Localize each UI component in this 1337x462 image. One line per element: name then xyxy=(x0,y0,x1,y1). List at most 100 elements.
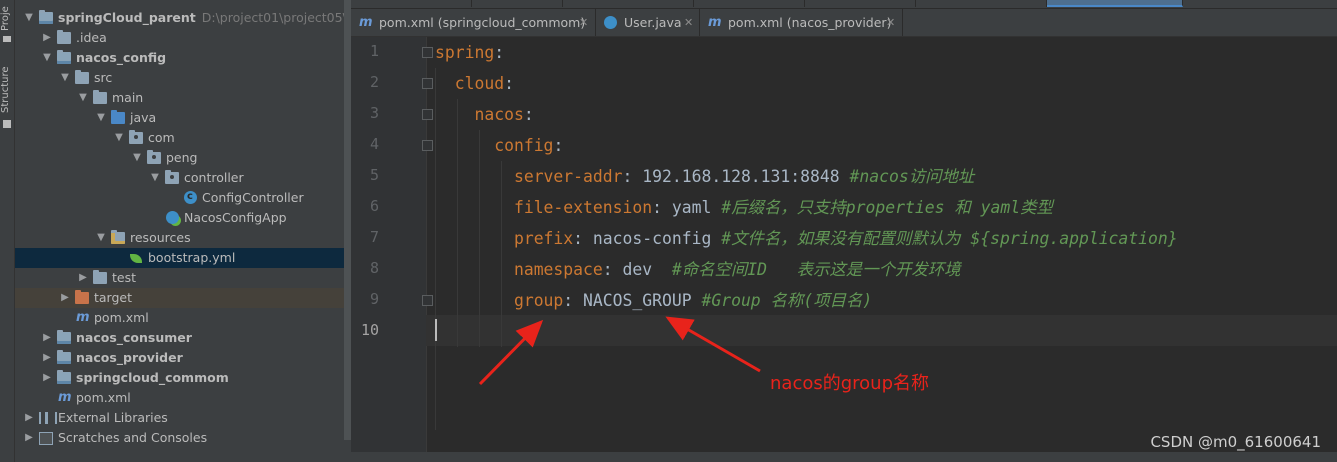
code-line-2: cloud: xyxy=(454,74,514,93)
tab-user-java[interactable]: User.java ✕ xyxy=(596,9,700,36)
code-line-9: group: NACOS_GROUP #Group 名称(项目名) xyxy=(513,291,873,310)
tree-row-nacos-provider[interactable]: ▶ nacos_provider xyxy=(15,348,351,368)
chevron-right-icon[interactable]: ▶ xyxy=(41,348,53,368)
class-icon xyxy=(184,187,197,207)
tree-row-main[interactable]: ▼ main xyxy=(15,88,351,108)
chevron-down-icon[interactable]: ▼ xyxy=(59,68,71,88)
tree-row-src[interactable]: ▼ src xyxy=(15,68,351,88)
line-number: 3 xyxy=(369,104,379,122)
chevron-down-icon[interactable]: ▼ xyxy=(77,88,89,108)
project-tool-tab[interactable]: Proje xyxy=(0,0,14,38)
module-folder-icon xyxy=(57,370,71,384)
code-line-4: config: xyxy=(494,136,564,155)
code-line-6: file-extension: yaml #后缀名，只支持properties … xyxy=(513,198,1053,217)
tree-row-target[interactable]: ▶ target xyxy=(15,288,351,308)
folder-icon xyxy=(75,70,89,84)
fold-marker-icon[interactable] xyxy=(422,109,433,120)
tree-row-bootstrap-yml[interactable]: bootstrap.yml xyxy=(15,248,351,268)
module-folder-icon xyxy=(39,10,53,24)
tree-row-springcloud-commom[interactable]: ▶ springcloud_commom xyxy=(15,368,351,388)
fold-marker-icon[interactable] xyxy=(422,140,433,151)
tree-row-controller[interactable]: ▼ controller xyxy=(15,168,351,188)
project-tree-panel: ▼ springCloud_parent D:\project01\project… xyxy=(15,0,351,462)
tree-label: Scratches and Consoles xyxy=(58,430,208,445)
chevron-down-icon[interactable]: ▼ xyxy=(95,228,107,248)
code-line-7: prefix: nacos-config #文件名，如果没有配置则默认为 ${s… xyxy=(513,229,1178,248)
caret-line-highlight xyxy=(426,315,1337,346)
structure-tool-tab[interactable]: Structure xyxy=(0,60,14,120)
chevron-down-icon[interactable]: ▼ xyxy=(131,148,143,168)
chevron-right-icon[interactable]: ▶ xyxy=(23,408,35,428)
fold-marker-icon[interactable] xyxy=(422,78,433,89)
line-number: 1 xyxy=(369,42,379,60)
chevron-right-icon[interactable]: ▶ xyxy=(41,28,53,48)
tree-row-pom-nacos-config[interactable]: m pom.xml xyxy=(15,308,351,328)
tree-label: bootstrap.yml xyxy=(148,250,236,265)
tab-row-upper xyxy=(351,0,1337,9)
maven-icon: m xyxy=(359,15,373,30)
tree-label: test xyxy=(112,270,137,285)
tree-row-nacos-consumer[interactable]: ▶ nacos_consumer xyxy=(15,328,351,348)
tree-row-external-libraries[interactable]: ▶ External Libraries xyxy=(15,408,351,428)
tree-row-peng[interactable]: ▼ peng xyxy=(15,148,351,168)
line-number: 6 xyxy=(369,197,379,215)
line-number: 7 xyxy=(369,228,379,246)
code-line-3: nacos: xyxy=(474,105,534,124)
close-icon[interactable]: ✕ xyxy=(886,9,895,36)
editor-tab-bar: m pom.xml (springcloud_commom) ✕ User.ja… xyxy=(351,0,1337,37)
tree-label: nacos_config xyxy=(76,50,167,65)
close-icon[interactable]: ✕ xyxy=(684,9,693,36)
spring-leaf-icon xyxy=(130,254,142,263)
maven-icon: m xyxy=(58,390,72,405)
close-icon[interactable]: ✕ xyxy=(579,9,588,36)
code-editor[interactable]: 1 2 3 4 5 6 7 8 9 10 spring: cloud: naco… xyxy=(351,37,1337,462)
tree-row-resources[interactable]: ▼ resources xyxy=(15,228,351,248)
chevron-down-icon[interactable]: ▼ xyxy=(113,128,125,148)
fold-marker-icon[interactable] xyxy=(422,47,433,58)
tree-label: pom.xml xyxy=(94,310,149,325)
tree-row-nacosconfigapp[interactable]: NacosConfigApp xyxy=(15,208,351,228)
chevron-right-icon[interactable]: ▶ xyxy=(41,368,53,388)
class-icon xyxy=(604,16,617,29)
tree-row-springcloud-parent[interactable]: ▼ springCloud_parent D:\project01\project… xyxy=(15,8,351,28)
tree-row-idea[interactable]: ▶ .idea xyxy=(15,28,351,48)
module-folder-icon xyxy=(57,330,71,344)
tree-row-com[interactable]: ▼ com xyxy=(15,128,351,148)
project-panel-scrollbar[interactable] xyxy=(344,0,351,440)
line-number: 9 xyxy=(369,290,379,308)
chevron-down-icon[interactable]: ▼ xyxy=(23,8,35,28)
editor-gutter: 1 2 3 4 5 6 7 8 9 10 xyxy=(351,37,426,462)
tree-row-nacos-config[interactable]: ▼ nacos_config xyxy=(15,48,351,68)
line-number: 5 xyxy=(369,166,379,184)
tree-row-test[interactable]: ▶ test xyxy=(15,268,351,288)
chevron-down-icon[interactable]: ▼ xyxy=(41,48,53,68)
chevron-down-icon[interactable]: ▼ xyxy=(149,168,161,188)
code-line-1: spring: xyxy=(435,43,505,62)
line-number: 10 xyxy=(360,321,379,339)
folder-icon xyxy=(93,270,107,284)
folder-icon xyxy=(57,30,71,44)
tree-label: src xyxy=(94,70,113,85)
tree-label: NacosConfigApp xyxy=(184,210,287,225)
tree-label: com xyxy=(148,130,175,145)
tab-label: pom.xml (springcloud_commom) xyxy=(379,15,586,30)
fold-marker-icon[interactable] xyxy=(422,295,433,306)
tree-row-pom-root[interactable]: m pom.xml xyxy=(15,388,351,408)
tree-row-java[interactable]: ▼ java xyxy=(15,108,351,128)
chevron-right-icon[interactable]: ▶ xyxy=(77,268,89,288)
tree-label: springcloud_commom xyxy=(76,370,229,385)
chevron-right-icon[interactable]: ▶ xyxy=(41,328,53,348)
chevron-right-icon[interactable]: ▶ xyxy=(59,288,71,308)
text-caret xyxy=(435,319,437,341)
package-icon xyxy=(147,150,161,164)
tree-label: peng xyxy=(166,150,198,165)
chevron-right-icon[interactable]: ▶ xyxy=(23,428,35,448)
tree-row-scratches[interactable]: ▶ Scratches and Consoles xyxy=(15,428,351,448)
tree-label: nacos_provider xyxy=(76,350,183,365)
chevron-down-icon[interactable]: ▼ xyxy=(95,108,107,128)
tree-row-configcontroller[interactable]: ConfigController xyxy=(15,187,351,208)
tab-pom-nacos-provider[interactable]: m pom.xml (nacos_provider) ✕ xyxy=(700,9,903,36)
tree-label: target xyxy=(94,290,133,305)
tab-pom-springcloud-commom[interactable]: m pom.xml (springcloud_commom) ✕ xyxy=(351,9,596,36)
editor-horizontal-scrollbar[interactable] xyxy=(351,452,1337,462)
